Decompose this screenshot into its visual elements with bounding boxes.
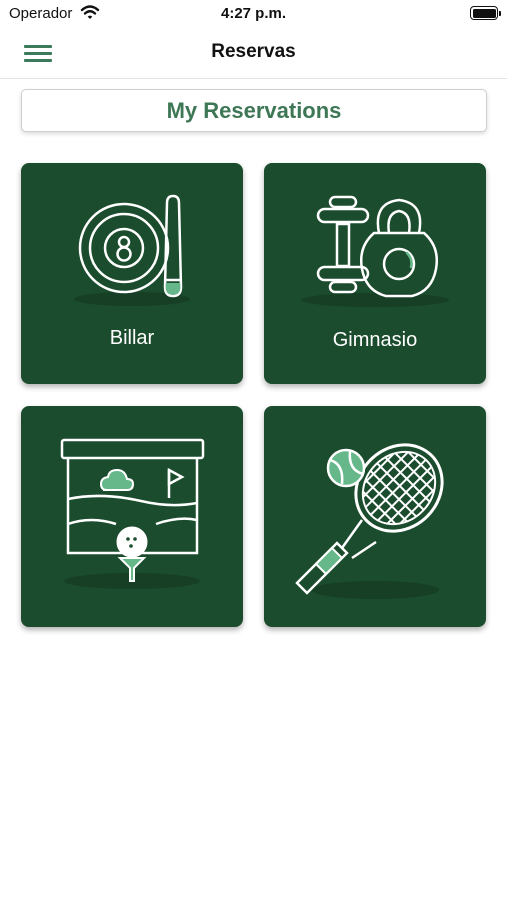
tile-label-billar: Billar [109,327,155,349]
page-title: Reservas [211,41,296,62]
tile-label-gimnasio: Gimnasio [332,329,418,351]
tile-gimnasio[interactable]: Gimnasio [264,163,486,384]
tile-tenis[interactable] [264,406,486,627]
tile-golf[interactable] [21,406,243,627]
battery-icon [470,6,501,20]
my-reservations-button[interactable]: My Reservations [21,89,487,132]
status-time: 4:27 p.m. [220,5,287,22]
status-bar: Operador 4:27 p.m. [0,0,507,28]
tile-billar[interactable]: Billar [21,163,243,384]
billiard-ball-cue-icon [74,194,190,306]
nav-bar: Reservas [0,28,507,79]
golf-course-icon [60,438,205,589]
tennis-racket-ball-icon [295,437,450,599]
